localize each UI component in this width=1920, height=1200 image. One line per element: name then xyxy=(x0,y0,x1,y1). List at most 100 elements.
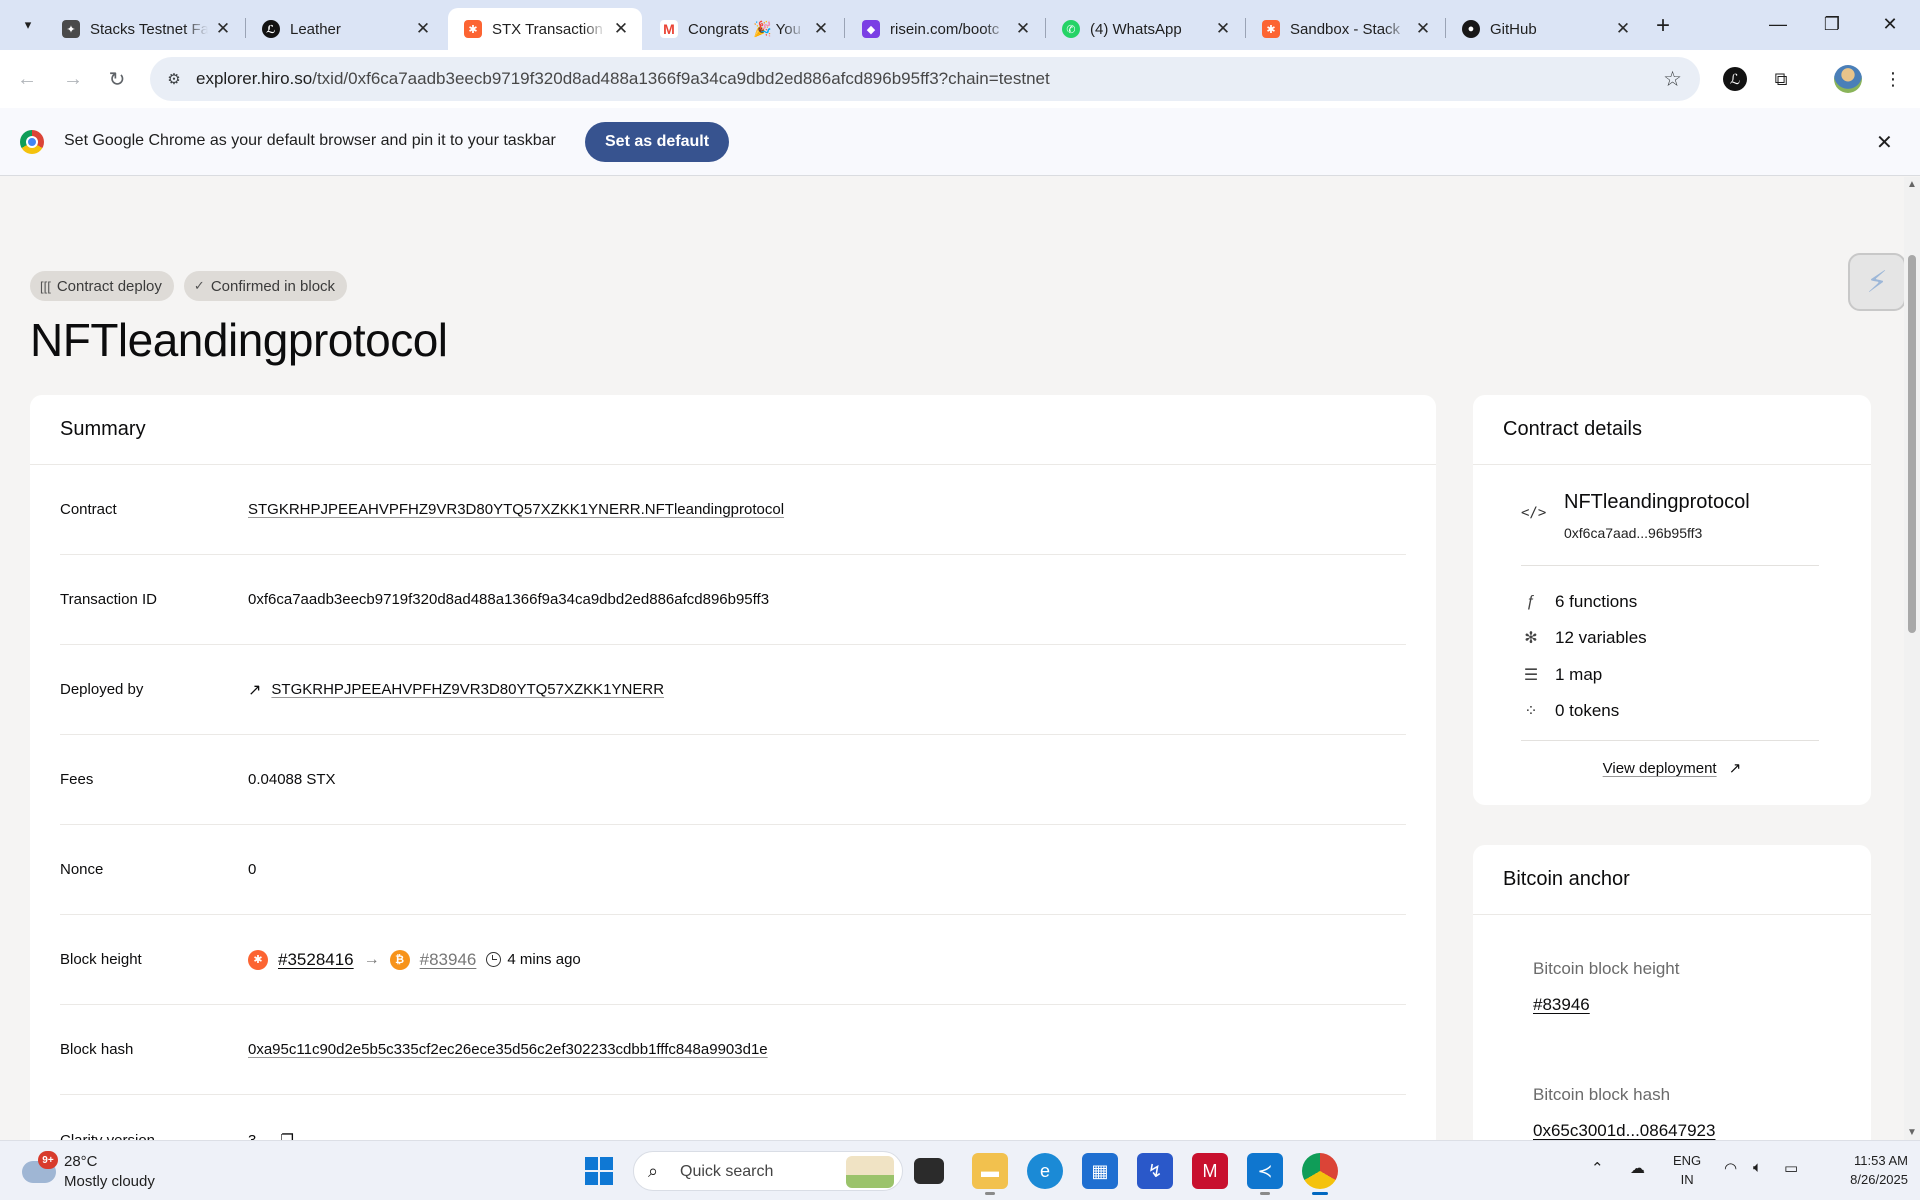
mcafee-icon[interactable]: M xyxy=(1192,1153,1228,1189)
browser-tab-leather[interactable]: ℒ Leather ✕ xyxy=(246,8,444,50)
volume-icon[interactable]: 🔈︎ xyxy=(1753,1159,1762,1176)
theme-toggle-bolt-icon[interactable]: ⚡ xyxy=(1848,253,1904,311)
whatsapp-icon: ✆ xyxy=(1062,20,1080,38)
risein-icon: ◆ xyxy=(862,20,880,38)
summary-row-clarity: Clarity version 3 ❐ xyxy=(60,1095,1406,1141)
summary-row-block-height: Block height ✱ #3528416 → ₿ #83946 4 min… xyxy=(60,915,1406,1005)
leather-extension-icon[interactable]: ℒ xyxy=(1723,67,1747,91)
view-deployment-link[interactable]: View deployment ↗ xyxy=(1473,759,1871,777)
contract-link[interactable]: STGKRHPJPEEAHVPFHZ9VR3D80YTQ57XZKK1YNERR… xyxy=(248,501,784,518)
region-code: IN xyxy=(1680,1172,1694,1187)
extensions-puzzle-icon[interactable]: ⧉ xyxy=(1766,64,1796,94)
weather-widget[interactable]: 9+ 28°C Mostly cloudy xyxy=(22,1149,172,1193)
set-as-default-button[interactable]: Set as default xyxy=(585,122,730,162)
back-button[interactable]: ← xyxy=(10,62,44,96)
arrow-right-icon: → xyxy=(363,950,380,968)
scroll-down-arrow-icon[interactable]: ▼ xyxy=(1907,1127,1917,1138)
bitcoin-anchor-card: Bitcoin anchor Bitcoin block height #839… xyxy=(1473,845,1871,1140)
microsoft-store-icon[interactable]: ▦ xyxy=(1082,1153,1118,1189)
contract-details-heading: Contract details xyxy=(1473,395,1871,465)
chrome-taskbar-icon[interactable] xyxy=(1302,1153,1338,1195)
bitcoin-block-link[interactable]: #83946 xyxy=(420,950,477,970)
tab-close-icon[interactable]: ✕ xyxy=(810,18,832,40)
browser-tab-whatsapp[interactable]: ✆ (4) WhatsApp ✕ xyxy=(1046,8,1244,50)
tab-close-icon[interactable]: ✕ xyxy=(610,18,632,40)
edge-icon[interactable]: e xyxy=(1027,1153,1063,1189)
tray-chevron-icon[interactable]: ⌃ xyxy=(1591,1159,1604,1177)
summary-row-block-hash: Block hash 0xa95c11c90d2e5b5c335cf2ec26e… xyxy=(60,1005,1406,1095)
transaction-badges: [[[ Contract deploy ✓ Confirmed in block xyxy=(30,271,348,301)
tab-close-icon[interactable]: ✕ xyxy=(1212,18,1234,40)
tab-title: Sandbox - Stack xyxy=(1290,20,1401,38)
stacks-faucet-icon: ✦ xyxy=(62,20,80,38)
address-bar[interactable]: ⚙ explorer.hiro.so/txid/0xf6ca7aadb3eecb… xyxy=(150,57,1700,101)
bitcoin-block-hash-link[interactable]: 0x65c3001d...08647923 xyxy=(1533,1121,1715,1140)
browser-tab-stx-transaction[interactable]: ✱ STX Transaction ✕ xyxy=(448,8,642,50)
variable-icon: ✻ xyxy=(1524,630,1538,647)
tab-close-icon[interactable]: ✕ xyxy=(1412,18,1434,40)
row-label: Nonce xyxy=(60,861,104,878)
row-label: Contract xyxy=(60,501,117,518)
page-scrollbar[interactable]: ▲ ▼ xyxy=(1904,177,1920,1140)
file-explorer-icon[interactable]: ▬ xyxy=(972,1153,1008,1195)
onedrive-icon[interactable]: ☁ xyxy=(1630,1159,1645,1177)
start-button[interactable] xyxy=(581,1153,617,1189)
taskbar-search[interactable]: ⌕ Quick search xyxy=(633,1151,903,1191)
vpn-app-icon[interactable]: ↯ xyxy=(1137,1153,1173,1189)
bitcoin-block-height-link[interactable]: #83946 xyxy=(1533,995,1590,1015)
tab-close-icon[interactable]: ✕ xyxy=(412,18,434,40)
vscode-icon[interactable]: ≺ xyxy=(1247,1153,1283,1195)
tab-search-chevron-icon[interactable]: ▾ xyxy=(14,12,42,38)
tab-close-icon[interactable]: ✕ xyxy=(1012,18,1034,40)
copy-icon[interactable]: ❐ xyxy=(280,1131,293,1140)
new-tab-button[interactable]: + xyxy=(1648,12,1678,40)
confirmed-badge: ✓ Confirmed in block xyxy=(183,271,348,301)
reload-button[interactable]: ↻ xyxy=(100,62,134,96)
profile-avatar[interactable] xyxy=(1834,65,1862,93)
transaction-id-value[interactable]: 0xf6ca7aadb3eecb9719f320d8ad488a1366f9a3… xyxy=(248,591,769,608)
taskbar-clock[interactable]: 11:53 AM 8/26/2025 xyxy=(1818,1151,1908,1189)
browser-tab-sandbox[interactable]: ✱ Sandbox - Stack ✕ xyxy=(1246,8,1444,50)
language-indicator[interactable]: ENG IN xyxy=(1673,1151,1701,1189)
deployer-link[interactable]: STGKRHPJPEEAHVPFHZ9VR3D80YTQ57XZKK1YNERR xyxy=(271,681,664,698)
summary-row-contract: Contract STGKRHPJPEEAHVPFHZ9VR3D80YTQ57X… xyxy=(60,465,1406,555)
minimize-button[interactable]: — xyxy=(1752,6,1804,42)
bookmark-star-icon[interactable]: ☆ xyxy=(1663,67,1682,92)
tab-close-icon[interactable]: ✕ xyxy=(212,18,234,40)
browser-tab-stacks-faucet[interactable]: ✦ Stacks Testnet Fa ✕ xyxy=(46,8,244,50)
check-icon: ✓ xyxy=(193,278,205,293)
contract-deploy-badge: [[[ Contract deploy xyxy=(30,271,174,301)
stacks-icon: ✱ xyxy=(248,949,268,970)
address-bar-url[interactable]: explorer.hiro.so/txid/0xf6ca7aadb3eecb97… xyxy=(196,69,1050,89)
block-height-value: ✱ #3528416 → ₿ #83946 4 mins ago xyxy=(248,949,581,970)
task-view-icon[interactable] xyxy=(914,1158,944,1184)
weather-temp: 28°C xyxy=(64,1153,98,1170)
list-checks-icon: ☰ xyxy=(1523,667,1539,684)
browser-tab-github[interactable]: ● GitHub ✕ xyxy=(1446,8,1644,50)
page-title: NFTleandingprotocol xyxy=(30,314,448,366)
row-label: Deployed by xyxy=(60,681,144,698)
infobar-close-icon[interactable]: ✕ xyxy=(1876,130,1893,155)
site-settings-icon[interactable]: ⚙ xyxy=(164,69,184,89)
restore-button[interactable]: ❐ xyxy=(1806,6,1858,42)
forward-button[interactable]: → xyxy=(56,62,90,96)
row-label: Block height xyxy=(60,951,142,968)
search-highlight-image xyxy=(846,1156,894,1188)
wifi-icon[interactable]: ◠ xyxy=(1724,1159,1737,1177)
browser-tab-risein[interactable]: ◆ risein.com/bootc ✕ xyxy=(846,8,1044,50)
block-hash-link[interactable]: 0xa95c11c90d2e5b5c335cf2ec26ece35d56c2ef… xyxy=(248,1041,768,1058)
scroll-thumb[interactable] xyxy=(1908,255,1916,633)
tab-close-icon[interactable]: ✕ xyxy=(1612,18,1634,40)
summary-card: Summary Contract STGKRHPJPEEAHVPFHZ9VR3D… xyxy=(30,395,1436,1140)
leather-icon: ℒ xyxy=(262,20,280,38)
summary-row-txid: Transaction ID 0xf6ca7aadb3eecb9719f320d… xyxy=(60,555,1406,645)
close-window-button[interactable]: ✕ xyxy=(1864,6,1916,42)
divider xyxy=(1521,565,1819,566)
chrome-menu-icon[interactable]: ⋮ xyxy=(1878,64,1908,94)
scroll-up-arrow-icon[interactable]: ▲ xyxy=(1907,179,1917,190)
battery-icon[interactable]: ▭ xyxy=(1784,1159,1798,1177)
tab-title: Stacks Testnet Fa xyxy=(90,20,208,38)
stacks-block-link[interactable]: #3528416 xyxy=(278,950,354,970)
url-path: /txid/0xf6ca7aadb3eecb9719f320d8ad488a13… xyxy=(312,69,1050,88)
browser-tab-gmail[interactable]: M Congrats 🎉 You ✕ xyxy=(644,8,842,50)
